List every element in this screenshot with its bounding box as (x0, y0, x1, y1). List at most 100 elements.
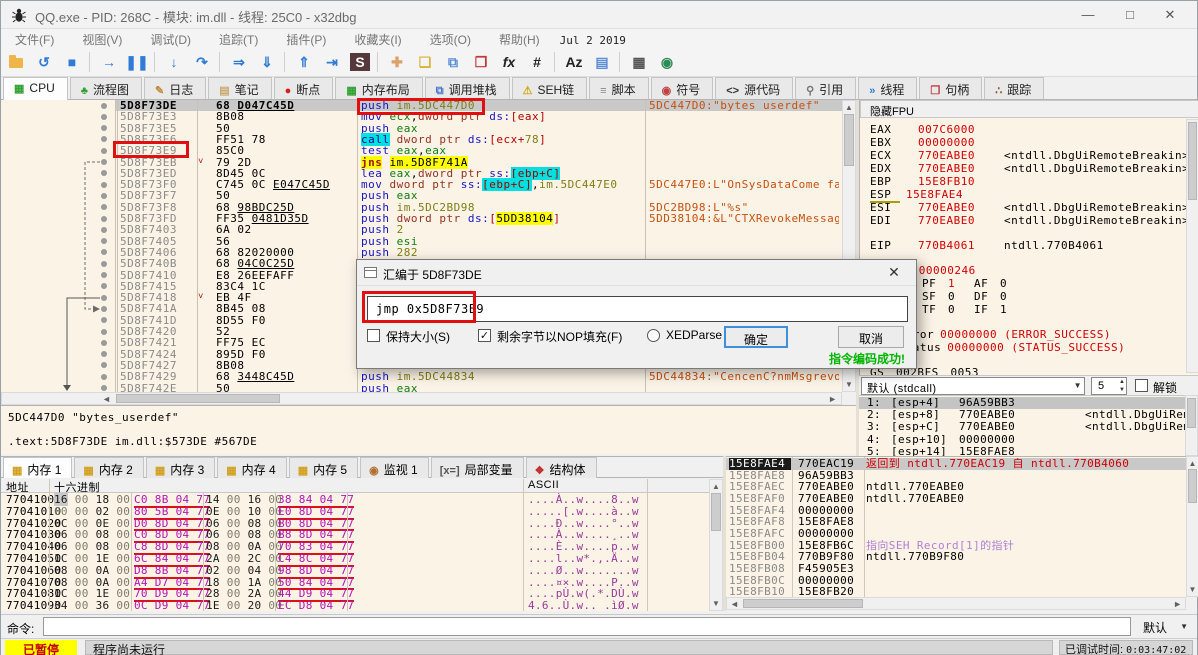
breakpoint-dot-icon[interactable] (101, 170, 107, 177)
breakpoint-dot-icon[interactable] (101, 204, 107, 211)
breakpoint-dot-icon[interactable] (101, 294, 107, 301)
argument-row[interactable]: 4: [esp+10] 00000000 (859, 433, 1185, 446)
menu-item[interactable]: 调试(D) (136, 29, 205, 48)
arg-count-stepper[interactable]: 5 ▲ ▼ (1091, 377, 1127, 395)
register-row[interactable]: EBP 15E8FB10 (860, 175, 1186, 188)
globe-icon[interactable]: ◉ (654, 50, 680, 74)
minimize-button[interactable]: — (1071, 5, 1105, 25)
menu-item[interactable]: 文件(F) (1, 29, 68, 48)
register-row[interactable]: ECX 770EABE0 <ntdll.DbgUiRemoteBreakin> (860, 149, 1189, 162)
stack-pane[interactable]: 15E8FAE4 770EAC19 返回到 ntdll.770EAC19 自 ntd… (726, 456, 1186, 597)
breakpoint-dot-icon[interactable] (101, 192, 107, 199)
breakpoint-dot-icon[interactable] (101, 136, 107, 143)
nop-fill-checkbox[interactable]: ✓ (478, 329, 491, 342)
tab-log[interactable]: ✎ 日志 (143, 77, 207, 99)
unlock-checkbox[interactable] (1135, 379, 1148, 392)
stack-hscrollbar[interactable]: ◄ ► (726, 597, 1186, 610)
execute-till-return-icon[interactable]: ⇒ (226, 50, 252, 74)
stack-row[interactable]: 15E8FAEC 770EABE0 ntdll.770EABE0 (726, 481, 1186, 493)
register-row[interactable]: EIP 770B4061 ntdll.770B4061 (860, 239, 1186, 252)
disasm-row[interactable]: 5D8F7403 6A 02 push 2 (1, 224, 842, 236)
notifications-icon[interactable]: ▤ (589, 50, 615, 74)
tab-graph[interactable]: ♣ 流程图 (69, 77, 142, 99)
stack-row[interactable]: 15E8FAE8 96A59BB3 (726, 469, 1186, 482)
patches-icon[interactable]: ✚ (384, 50, 410, 74)
pause-icon[interactable]: ❚❚ (124, 50, 150, 74)
menu-item[interactable]: 插件(P) (272, 29, 340, 48)
open-file-icon[interactable] (3, 50, 29, 74)
breakpoint-dot-icon[interactable] (101, 305, 107, 312)
bottom-tab-dump1[interactable]: ▦ 内存 1 (3, 457, 73, 478)
close-button[interactable]: ✕ (1153, 5, 1187, 25)
command-preset-select[interactable]: 默认 ▼ (1137, 617, 1193, 636)
labels-icon[interactable]: ⧉ (440, 50, 466, 74)
register-row[interactable]: ESP 15E8FAE4 (860, 188, 1186, 203)
command-input[interactable] (43, 617, 1131, 636)
restart-icon[interactable]: ↺ (31, 50, 57, 74)
registers-scrollbar[interactable] (1186, 119, 1198, 373)
breakpoint-dot-icon[interactable] (101, 147, 107, 154)
tab-cpu[interactable]: ▦ CPU (3, 77, 68, 100)
dialog-close-icon[interactable]: ✕ (884, 264, 904, 281)
breakpoint-dot-icon[interactable] (101, 283, 107, 290)
breakpoint-dot-icon[interactable] (101, 113, 107, 120)
breakpoint-dot-icon[interactable] (101, 328, 107, 335)
tab-handles[interactable]: ❒ 句柄 (919, 77, 983, 99)
memory-dump-pane[interactable]: 地址 十六进制 ASCII 77041000 16 00 18 00 C0 8B 0… (1, 479, 709, 611)
memory-row[interactable]: 77041090 34 00 36 00 0C D9 04 77 1E 00 20 0… (1, 600, 709, 611)
argument-row[interactable]: 3:[esp+C]770EABE0<ntdll.DbgUiRemoteBreak… (859, 421, 1198, 433)
menu-item[interactable]: 追踪(T) (205, 29, 272, 48)
strings-icon[interactable]: Az (561, 50, 587, 74)
bookmarks-icon[interactable]: ❒ (468, 50, 494, 74)
stack-row[interactable]: 15E8FB0C 00000000 (726, 574, 1186, 587)
xedparse-radio[interactable] (647, 329, 660, 342)
run-to-user-code-icon[interactable]: ⇓ (254, 50, 280, 74)
stack-row[interactable]: 15E8FB08 F45905E3 (726, 563, 1186, 575)
menu-item[interactable]: 视图(V) (68, 29, 136, 48)
tab-seh[interactable]: ⚠ SEH链 (511, 77, 588, 99)
calling-convention-select[interactable]: 默认 (stdcall) ▼ (861, 377, 1085, 395)
tab-symbols[interactable]: ◉ 符号 (650, 77, 714, 99)
hash-icon[interactable]: # (524, 50, 550, 74)
bottom-tab-dump2[interactable]: ▦ 内存 2 (74, 457, 144, 478)
tab-references[interactable]: ⚲ 引用 (795, 77, 857, 99)
bottom-tab-dump5[interactable]: ▦ 内存 5 (288, 457, 359, 478)
tab-script[interactable]: ≡ 脚本 (589, 77, 649, 99)
stack-row[interactable]: 15E8FB00 15E8FB6C 指向SEH_Record[1]的指针 (726, 539, 1186, 552)
register-row[interactable]: EBX 00000000 (860, 136, 1186, 149)
keep-size-checkbox[interactable] (367, 329, 380, 342)
breakpoint-dot-icon[interactable] (101, 159, 107, 165)
bottom-tab-watch1[interactable]: ◉ 监视 1 (360, 457, 429, 478)
breakpoint-dot-icon[interactable] (101, 125, 107, 132)
step-into-icon[interactable]: ↓ (161, 50, 187, 74)
hide-fpu-button[interactable]: 隐藏FPU (860, 100, 1198, 118)
calculator-icon[interactable]: ▦ (626, 50, 652, 74)
stack-row[interactable]: 15E8FB04 770B9F80 ntdll.770B9F80 (726, 551, 1186, 563)
disasm-row[interactable]: 5D8F7429 68 3448C45D push im.5DC44834 5DC44… (1, 371, 842, 383)
menu-item[interactable]: 选项(O) (416, 29, 485, 48)
arguments-scrollbar[interactable] (1185, 395, 1198, 456)
scylla-icon[interactable]: S (347, 50, 373, 74)
stack-row[interactable]: 15E8FAE4 770EAC19 返回到 ntdll.770EAC19 自 ntd… (726, 458, 1186, 470)
breakpoint-dot-icon[interactable] (101, 249, 107, 256)
register-row[interactable]: EDX 770EABE0 <ntdll.DbgUiRemoteBreakin> (860, 162, 1189, 175)
detach-icon[interactable]: ⇥ (319, 50, 345, 74)
tab-notes[interactable]: ▤ 笔记 (208, 77, 272, 99)
tab-memory-map[interactable]: ▦ 内存布局 (335, 77, 423, 99)
step-over-icon[interactable]: ↷ (189, 50, 215, 74)
assemble-dialog[interactable]: 汇编于 5D8F73DE ✕ jmp 0x5D8F73E9 保持大小(S) ✓ … (356, 259, 917, 369)
disasm-row[interactable]: 5D8F742E 50 push eax (1, 382, 842, 392)
ok-button[interactable]: 确定 (724, 326, 788, 348)
maximize-button[interactable]: □ (1113, 5, 1147, 25)
breakpoint-dot-icon[interactable] (101, 272, 107, 278)
breakpoint-dot-icon[interactable] (101, 339, 107, 346)
bottom-tab-dump3[interactable]: ▦ 内存 3 (145, 457, 216, 478)
register-row[interactable]: EDI 770EABE0 <ntdll.DbgUiRemoteBreakin> (860, 214, 1189, 227)
breakpoint-dot-icon[interactable] (101, 317, 107, 324)
disasm-hscrollbar[interactable]: ◄ ► (1, 392, 842, 405)
functions-icon[interactable]: fx (496, 50, 522, 74)
memory-scrollbar[interactable]: ▲ ▼ (709, 479, 723, 611)
stack-row[interactable]: 15E8FAFC 00000000 (726, 528, 1186, 540)
run-icon[interactable]: → (96, 50, 122, 74)
breakpoint-dot-icon[interactable] (101, 181, 107, 188)
